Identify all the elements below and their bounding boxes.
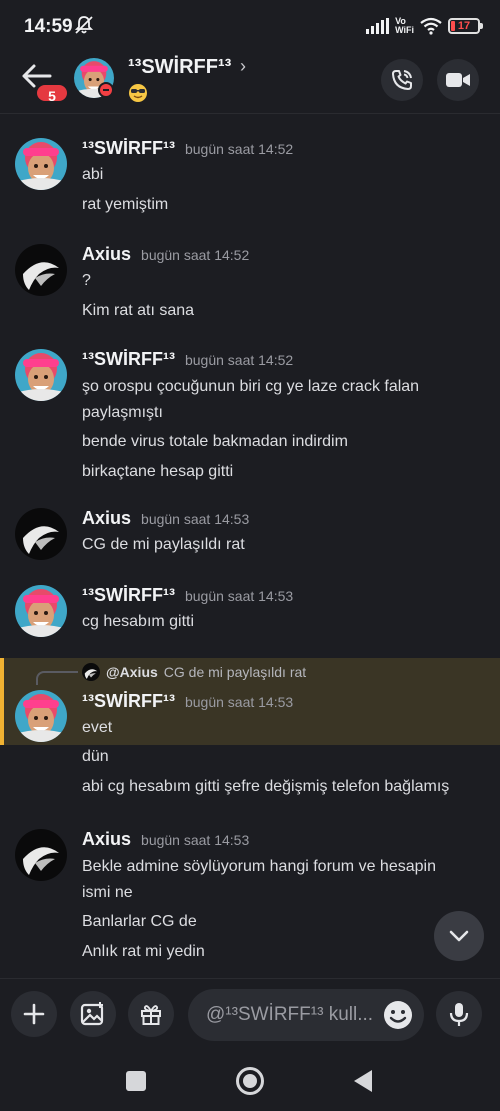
message-text: cg hesabım gitti: [82, 613, 195, 630]
message-author[interactable]: ¹³SWİRFF¹³: [82, 691, 175, 712]
message-author[interactable]: Axius: [82, 508, 131, 529]
home-button[interactable]: [236, 1067, 264, 1095]
avatar[interactable]: [15, 138, 67, 190]
gift-icon: [141, 1005, 161, 1025]
unread-badge: 5: [34, 82, 70, 104]
message-author[interactable]: ¹³SWİRFF¹³: [82, 349, 175, 370]
message-list[interactable]: ¹³SWİRFF¹³ bugün saat 14:52 abi rat yemi…: [0, 115, 500, 977]
reply-connector: [36, 671, 78, 685]
jump-to-bottom-button[interactable]: [434, 911, 484, 961]
reply-reference[interactable]: @Axius CG de mi paylaşıldı rat: [82, 663, 306, 681]
system-nav-bar: [0, 1054, 500, 1111]
message-input[interactable]: @¹³SWİRFF¹³ kull...: [188, 989, 424, 1041]
avatar[interactable]: [15, 349, 67, 401]
avatar[interactable]: [15, 690, 67, 742]
recents-button[interactable]: [126, 1071, 146, 1091]
wifi-icon: [420, 17, 442, 35]
channel-title[interactable]: ¹³SWİRFF¹³: [128, 56, 231, 79]
message-text: evet: [82, 719, 113, 736]
phone-icon: [392, 70, 412, 90]
message-text: CG de mi paylaşıldı rat: [82, 536, 245, 553]
message-timestamp: bugün saat 14:52: [184, 141, 294, 157]
battery-icon: 17: [448, 18, 483, 34]
message-timestamp: bugün saat 14:53: [141, 832, 250, 848]
message-author[interactable]: ¹³SWİRFF¹³: [82, 138, 175, 159]
chevron-down-icon: [449, 930, 469, 942]
status-icons: Vo WiFi 17: [366, 14, 483, 38]
message-text: bende virus totale bakmadan indirdim: [82, 433, 348, 450]
message-text: Kim rat atı sana: [82, 302, 195, 319]
system-back-button[interactable]: [354, 1070, 372, 1092]
message-text: şo orospu çocuğunun biri cg ye laze crac…: [82, 378, 420, 395]
message-input-placeholder: @¹³SWİRFF¹³ kull...: [206, 1004, 374, 1025]
message-composer: @¹³SWİRFF¹³ kull...: [0, 978, 500, 1054]
status-bar: 14:59 Vo WiFi 17: [0, 0, 500, 52]
signal-icon: [366, 18, 390, 34]
message-text: Bekle admine söylüyorum hangi forum ve h…: [82, 858, 436, 875]
chat-header: 5 ¹³SWİRFF¹³ ›: [0, 52, 500, 114]
message-timestamp: bugün saat 14:52: [141, 247, 250, 263]
message-text: rat yemiştim: [82, 196, 169, 213]
message-timestamp: bugün saat 14:53: [141, 511, 250, 527]
vowifi-label: Vo WiFi: [395, 16, 414, 35]
voice-message-button[interactable]: [436, 991, 482, 1037]
chevron-right-icon[interactable]: ›: [240, 56, 246, 77]
avatar: [82, 663, 100, 681]
image-icon: [80, 1002, 104, 1026]
message-author[interactable]: ¹³SWİRFF¹³: [82, 585, 175, 606]
sunglasses-emoji-icon: [129, 84, 147, 102]
message-author[interactable]: Axius: [82, 244, 131, 265]
message-text: ?: [82, 272, 91, 289]
add-attachment-button[interactable]: [11, 991, 57, 1037]
mute-icon: [74, 16, 94, 34]
reply-author: @Axius: [106, 664, 158, 680]
message-timestamp: bugün saat 14:53: [184, 694, 294, 710]
battery-level: 17: [457, 20, 471, 32]
avatar[interactable]: [15, 829, 67, 881]
message-text: paylaşmıştı: [82, 404, 163, 421]
video-call-button[interactable]: [437, 59, 479, 101]
status-time: 14:59: [24, 16, 73, 37]
message-text: Banlarlar CG de: [82, 913, 197, 930]
message-timestamp: bugün saat 14:52: [184, 352, 294, 368]
message-text: dün: [82, 748, 109, 765]
avatar[interactable]: [15, 244, 67, 296]
avatar[interactable]: [15, 585, 67, 637]
gift-button[interactable]: [128, 991, 174, 1037]
avatar[interactable]: [15, 508, 67, 560]
message-text: ismi ne: [82, 884, 133, 901]
video-camera-icon: [446, 73, 470, 87]
microphone-icon: [449, 1003, 469, 1026]
gallery-button[interactable]: [70, 991, 116, 1037]
message-author[interactable]: Axius: [82, 829, 131, 850]
message-timestamp: bugün saat 14:53: [184, 588, 294, 604]
message-text: Anlık rat mi yedin: [82, 943, 205, 960]
message-text: abi: [82, 166, 104, 183]
emoji-icon[interactable]: [382, 999, 414, 1031]
reply-preview-text: CG de mi paylaşıldı rat: [163, 664, 307, 680]
mention-accent-bar: [0, 658, 4, 745]
dnd-status-icon: [98, 82, 114, 98]
plus-icon: [23, 1003, 45, 1025]
message-text: birkaçtane hesap gitti: [82, 463, 234, 480]
message-text: abi cg hesabım gitti şefre değişmiş tele…: [82, 778, 450, 795]
voice-call-button[interactable]: [381, 59, 423, 101]
